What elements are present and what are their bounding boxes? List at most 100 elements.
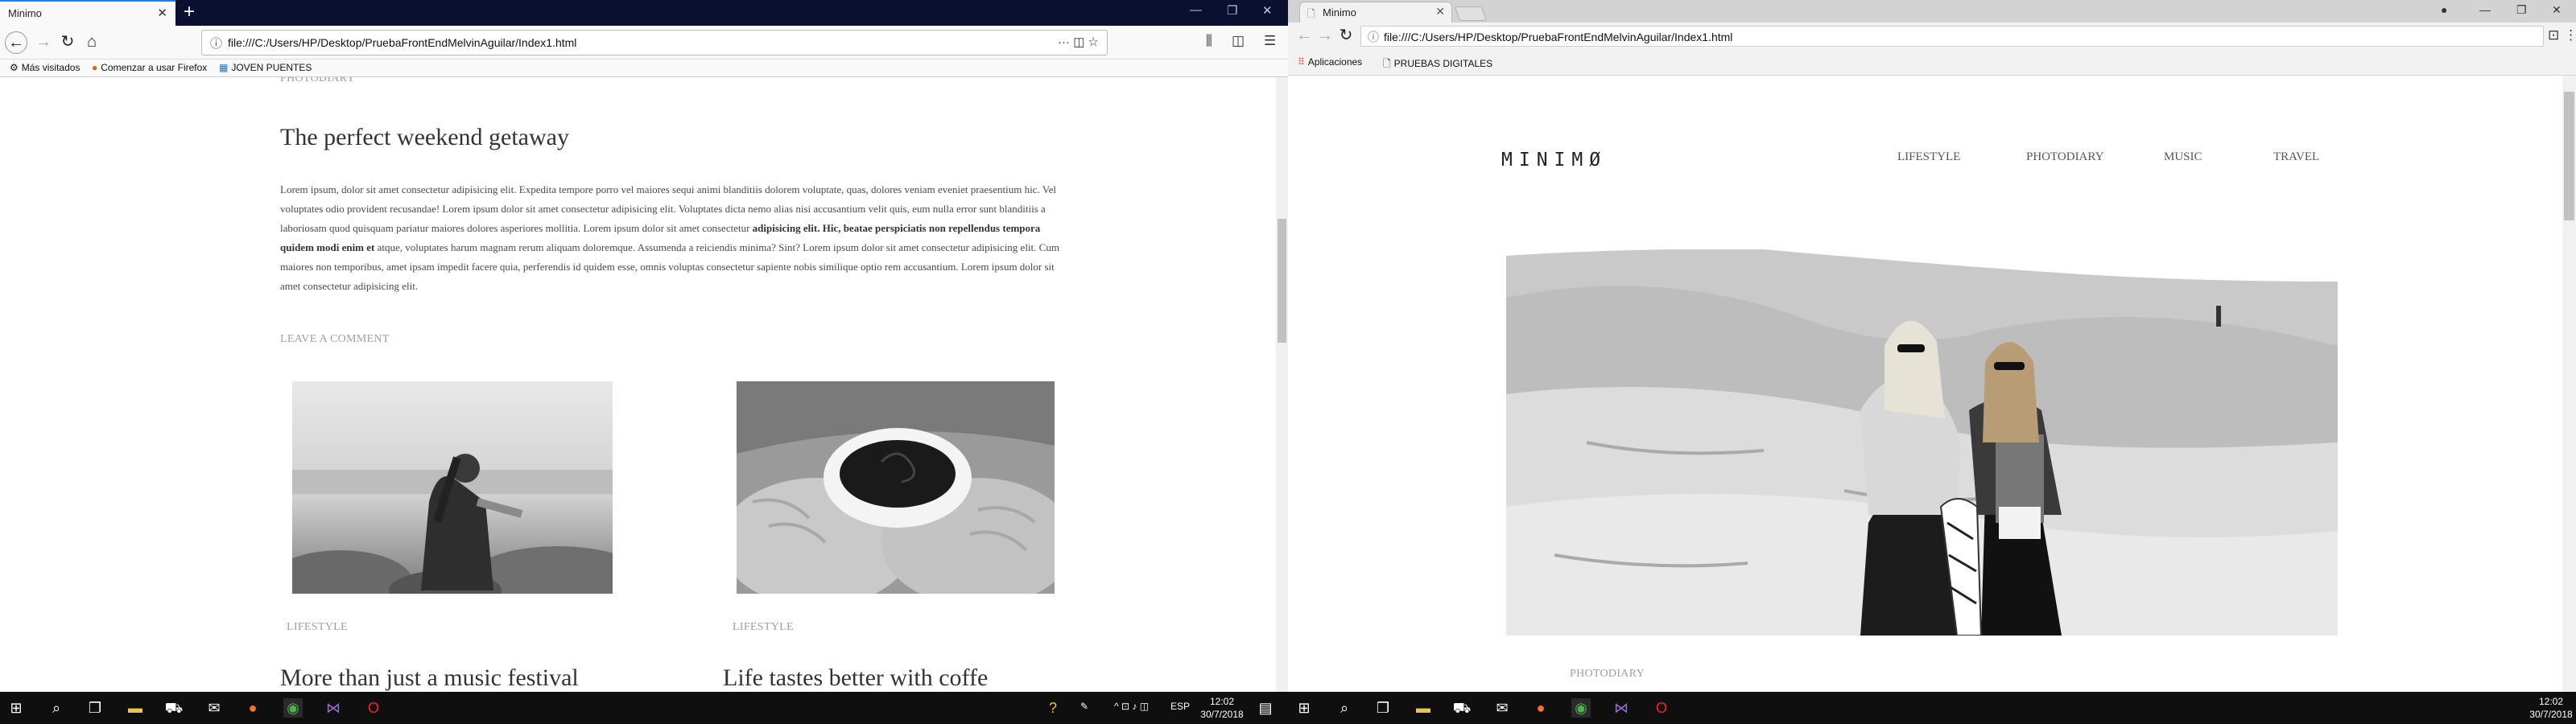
nav-photodiary[interactable]: PHOTODIARY xyxy=(2026,150,2103,164)
nav-lifestyle[interactable]: LIFESTYLE xyxy=(1897,150,1960,164)
nav-music[interactable]: MUSIC xyxy=(2164,150,2202,164)
bookmark-item[interactable]: ⠿ Aplicaciones xyxy=(1298,56,1362,68)
navigation-toolbar: ← → ↻ ⓘ file:///C:/Users/HP/Desktop/Prue… xyxy=(1288,23,2576,50)
system-clock[interactable]: 12:02 30/7/2018 xyxy=(2528,695,2574,721)
vertical-scrollbar[interactable] xyxy=(1276,77,1288,692)
chrome-icon[interactable]: ◉ xyxy=(1571,698,1591,718)
opera-icon[interactable]: O xyxy=(364,698,383,718)
close-window-icon[interactable]: ✕ xyxy=(2552,3,2562,17)
windows-start-icon[interactable]: ⊞ xyxy=(1294,698,1314,718)
notification-icon[interactable]: ▤ xyxy=(1256,698,1275,718)
card-category[interactable]: LIFESTYLE xyxy=(287,621,348,634)
maximize-icon[interactable]: ❐ xyxy=(1227,3,1237,18)
windows-start-icon[interactable]: ⊞ xyxy=(6,698,26,718)
opera-icon[interactable]: O xyxy=(1652,698,1671,718)
close-tab-icon[interactable]: ✕ xyxy=(157,6,167,20)
document-icon: 🗋 xyxy=(1307,8,1315,19)
scrollbar-thumb[interactable] xyxy=(2564,92,2574,220)
profile-icon[interactable]: ● xyxy=(2441,3,2447,16)
info-icon[interactable]: ⓘ xyxy=(210,35,222,51)
bookmarks-bar: ⠿ Aplicaciones 🗋 PRUEBAS DIGITALES xyxy=(1288,50,2576,76)
reload-icon[interactable]: ↻ xyxy=(1335,25,1357,47)
forward-arrow-icon[interactable]: → xyxy=(32,31,55,54)
leave-comment-link[interactable]: LEAVE A COMMENT xyxy=(280,333,390,346)
firefox-icon[interactable]: ● xyxy=(1531,698,1550,718)
page-actions-icon[interactable]: ··· ◫ ☆ xyxy=(1058,35,1099,49)
card-title[interactable]: More than just a music festival xyxy=(280,664,579,692)
back-arrow-icon[interactable]: ← xyxy=(1293,25,1315,47)
scrollbar-thumb[interactable] xyxy=(1278,219,1286,343)
chrome-icon[interactable]: ◉ xyxy=(283,698,303,718)
taskbar: ⊞ ⌕ ❐ ▬ ⛟ ✉ ● ◉ ⋈ O ? ✎ ^ ⊡ ♪ ◫ ESP 12:0… xyxy=(0,692,1288,724)
mail-icon[interactable]: ✉ xyxy=(204,698,224,718)
new-tab-icon[interactable]: + xyxy=(184,2,195,23)
help-icon[interactable]: ? xyxy=(1043,698,1063,718)
maximize-icon[interactable]: ❐ xyxy=(2516,3,2527,17)
page-content: MINIMØ LIFESTYLE PHOTODIARY MUSIC TRAVEL xyxy=(1288,76,2562,692)
pen-icon[interactable]: ✎ xyxy=(1080,701,1088,712)
firefox-window: Minimo ✕ + — ❐ ✕ ← → ↻ ⌂ ⓘ file:///C:/Us… xyxy=(0,0,1288,724)
visual-studio-icon[interactable]: ⋈ xyxy=(324,698,343,718)
url-bar[interactable]: ⓘ file:///C:/Users/HP/Desktop/PruebaFron… xyxy=(201,30,1108,56)
close-tab-icon[interactable]: ✕ xyxy=(1435,5,1445,19)
home-icon[interactable]: ⌂ xyxy=(80,31,103,54)
document-icon: 🗋 xyxy=(1383,58,1391,69)
hero-photo[interactable] xyxy=(1506,249,2338,636)
post-body: Lorem ipsum, dolor sit amet consectetur … xyxy=(280,183,1059,292)
bookmarks-toolbar: ⚙ Más visitados ● Comenzar a usar Firefox … xyxy=(0,60,1288,77)
search-icon[interactable]: ⌕ xyxy=(1335,698,1354,718)
festival-photo[interactable] xyxy=(292,381,613,594)
reload-icon[interactable]: ↻ xyxy=(56,31,79,54)
back-arrow-icon[interactable]: ← xyxy=(5,31,27,54)
language-indicator[interactable]: ESP xyxy=(1170,701,1190,712)
store-icon[interactable]: ⛟ xyxy=(1452,698,1472,718)
library-icon[interactable]: ⫼ xyxy=(1206,33,1212,49)
taskbar: ⊞ ⌕ ❐ ▬ ⛟ ✉ ● ◉ ⋈ O 12:02 30/7/2018 xyxy=(1288,692,2576,724)
file-explorer-icon[interactable]: ▬ xyxy=(126,698,145,718)
minimize-icon[interactable]: — xyxy=(2479,3,2491,16)
gear-icon: ⚙ xyxy=(10,62,19,73)
hero-category[interactable]: PHOTODIARY xyxy=(1570,668,1645,681)
system-clock[interactable]: 12:02 30/7/2018 xyxy=(1198,695,1246,721)
task-view-icon[interactable]: ❐ xyxy=(1373,698,1393,718)
bookmark-item[interactable]: 🗋 PRUEBAS DIGITALES xyxy=(1383,56,1492,73)
mail-icon[interactable]: ✉ xyxy=(1492,698,1512,718)
url-text: file:///C:/Users/HP/Desktop/PruebaFrontE… xyxy=(228,36,577,49)
post-title[interactable]: The perfect weekend getaway xyxy=(280,124,569,151)
sidebar-icon[interactable]: ◫ xyxy=(1232,33,1245,49)
apps-grid-icon: ⠿ xyxy=(1298,56,1305,68)
url-bar[interactable]: ⓘ file:///C:/Users/HP/Desktop/PruebaFron… xyxy=(1360,26,2544,47)
minimize-icon[interactable]: — xyxy=(1190,3,1202,17)
browser-tab[interactable]: Minimo ✕ xyxy=(0,0,175,26)
card-category[interactable]: LIFESTYLE xyxy=(733,621,794,634)
bookmark-item[interactable]: ▦ JOVEN PUENTES xyxy=(219,62,312,73)
new-tab-button[interactable] xyxy=(1454,6,1488,21)
card-title[interactable]: Life tastes better with coffe xyxy=(723,664,988,692)
page-content: PHOTODIARY The perfect weekend getaway L… xyxy=(0,77,1276,692)
hamburger-menu-icon[interactable]: ☰ xyxy=(1264,33,1276,49)
search-icon[interactable]: ⌕ xyxy=(47,698,66,718)
vertical-scrollbar[interactable] xyxy=(2562,76,2576,692)
bookmark-item[interactable]: ⚙ Más visitados xyxy=(10,62,80,73)
nav-travel[interactable]: TRAVEL xyxy=(2273,150,2319,164)
kebab-menu-icon[interactable]: ⋮ xyxy=(2564,27,2576,43)
coffee-photo[interactable] xyxy=(737,381,1055,594)
chrome-window: 🗋 Minimo ✕ ● — ❐ ✕ ← → ↻ ⓘ file:///C:/Us… xyxy=(1288,0,2576,724)
browser-tab[interactable]: 🗋 Minimo ✕ xyxy=(1299,2,1452,23)
task-view-icon[interactable]: ❐ xyxy=(85,698,105,718)
file-explorer-icon[interactable]: ▬ xyxy=(1414,698,1433,718)
windows-logo-icon: ▦ xyxy=(219,62,229,73)
post-category[interactable]: PHOTODIARY xyxy=(280,77,355,85)
store-icon[interactable]: ⛟ xyxy=(164,698,184,718)
tab-title: Minimo xyxy=(8,7,42,19)
firefox-icon[interactable]: ● xyxy=(243,698,262,718)
info-icon[interactable]: ⓘ xyxy=(1368,29,1379,45)
visual-studio-icon[interactable]: ⋈ xyxy=(1612,698,1631,718)
close-window-icon[interactable]: ✕ xyxy=(1262,3,1273,18)
site-logo[interactable]: MINIMØ xyxy=(1501,150,1607,171)
translate-icon[interactable]: ⊡ xyxy=(2548,27,2559,43)
bookmark-item[interactable]: ● Comenzar a usar Firefox xyxy=(92,62,207,73)
forward-arrow-icon[interactable]: → xyxy=(1314,25,1336,47)
tab-title: Minimo xyxy=(1323,6,1356,19)
tray-icons[interactable]: ^ ⊡ ♪ ◫ xyxy=(1114,701,1149,712)
